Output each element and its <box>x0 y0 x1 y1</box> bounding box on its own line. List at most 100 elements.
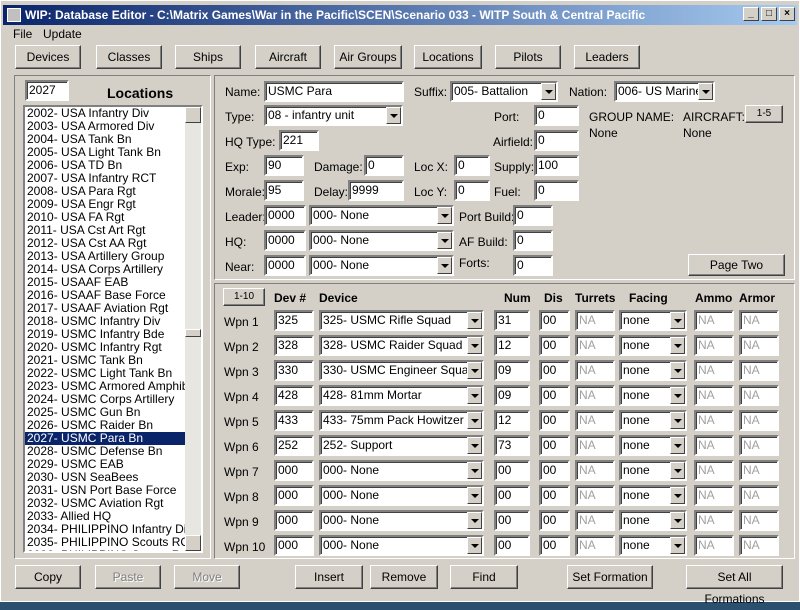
locations-list[interactable]: 2002- USA Infantry Div 2003- USA Armored … <box>23 105 203 553</box>
chevron-down-icon[interactable] <box>467 362 482 379</box>
ammo-field[interactable]: NA <box>694 335 734 356</box>
chevron-down-icon[interactable] <box>467 387 482 404</box>
num-field[interactable]: 73 <box>494 435 530 456</box>
dis-field[interactable]: 00 <box>539 510 570 531</box>
device-select[interactable]: 000- None <box>319 510 484 531</box>
device-number-field[interactable]: 252 <box>274 435 314 456</box>
menu-update[interactable]: Update <box>43 27 82 41</box>
facing-select[interactable]: none <box>619 360 687 381</box>
device-number-field[interactable]: 328 <box>274 335 314 356</box>
chevron-down-icon[interactable] <box>670 412 685 429</box>
locy-field[interactable]: 0 <box>454 180 490 201</box>
num-field[interactable]: 12 <box>494 335 530 356</box>
move-button[interactable]: Move <box>174 565 240 589</box>
ammo-field[interactable]: NA <box>694 535 734 556</box>
chevron-down-icon[interactable] <box>467 412 482 429</box>
delay-field[interactable]: 9999 <box>348 180 404 201</box>
device-select[interactable]: 000- None <box>319 485 484 506</box>
turrets-field[interactable]: NA <box>575 310 615 331</box>
turrets-field[interactable]: NA <box>575 460 615 481</box>
ammo-field[interactable]: NA <box>694 460 734 481</box>
set-formation-button[interactable]: Set Formation <box>567 565 653 589</box>
forts-field[interactable]: 0 <box>513 255 553 276</box>
facing-select[interactable]: none <box>619 310 687 331</box>
num-field[interactable]: 00 <box>494 460 530 481</box>
chevron-down-icon[interactable] <box>670 537 685 554</box>
turrets-field[interactable]: NA <box>575 435 615 456</box>
hqtype-field[interactable]: 221 <box>279 130 319 151</box>
chevron-down-icon[interactable] <box>670 437 685 454</box>
device-select[interactable]: 330- USMC Engineer Squad <box>319 360 484 381</box>
chevron-down-icon[interactable] <box>670 312 685 329</box>
facing-select[interactable]: none <box>619 385 687 406</box>
turrets-field[interactable]: NA <box>575 360 615 381</box>
facing-select[interactable]: none <box>619 485 687 506</box>
fuel-field[interactable]: 0 <box>534 180 579 201</box>
chevron-down-icon[interactable] <box>437 207 452 224</box>
nav-aircraft-button[interactable]: Aircraft <box>255 45 321 69</box>
chevron-down-icon[interactable] <box>670 387 685 404</box>
chevron-down-icon[interactable] <box>467 437 482 454</box>
type-select[interactable]: 08 - infantry unit <box>264 105 403 126</box>
insert-button[interactable]: Insert <box>295 565 363 589</box>
location-list-item[interactable]: 2036- PHILIPPINO Scouts Rgt <box>25 549 201 552</box>
num-field[interactable]: 00 <box>494 485 530 506</box>
facing-select[interactable]: none <box>619 510 687 531</box>
device-number-field[interactable]: 000 <box>274 535 314 556</box>
ammo-field[interactable]: NA <box>694 435 734 456</box>
dis-field[interactable]: 00 <box>539 435 570 456</box>
chevron-down-icon[interactable] <box>670 362 685 379</box>
nav-airgroups-button[interactable]: Air Groups <box>334 45 402 69</box>
leader-select[interactable]: 000- None <box>309 205 454 226</box>
chevron-down-icon[interactable] <box>467 462 482 479</box>
scroll-up-icon[interactable] <box>185 107 201 123</box>
chevron-down-icon[interactable] <box>698 83 713 100</box>
nav-ships-button[interactable]: Ships <box>175 45 241 69</box>
device-number-field[interactable]: 000 <box>274 460 314 481</box>
hq-select[interactable]: 000- None <box>309 230 454 251</box>
turrets-field[interactable]: NA <box>575 535 615 556</box>
suffix-select[interactable]: 005- Battalion <box>450 81 558 102</box>
port-field[interactable]: 0 <box>534 105 579 126</box>
find-button[interactable]: Find <box>450 565 518 589</box>
location-search-input[interactable]: 2027 <box>25 80 69 101</box>
chevron-down-icon[interactable] <box>437 257 452 274</box>
minimize-button[interactable]: _ <box>743 7 759 21</box>
close-button[interactable]: × <box>779 7 795 21</box>
dis-field[interactable]: 00 <box>539 410 570 431</box>
device-select[interactable]: 428- 81mm Mortar <box>319 385 484 406</box>
ammo-field[interactable]: NA <box>694 385 734 406</box>
device-select[interactable]: 252- Support <box>319 435 484 456</box>
armor-field[interactable]: NA <box>739 335 779 356</box>
num-field[interactable]: 12 <box>494 410 530 431</box>
nav-devices-button[interactable]: Devices <box>15 45 81 69</box>
facing-select[interactable]: none <box>619 460 687 481</box>
list-scrollbar[interactable] <box>185 107 201 551</box>
scroll-thumb[interactable] <box>185 329 201 337</box>
chevron-down-icon[interactable] <box>437 232 452 249</box>
device-select[interactable]: 433- 75mm Pack Howitzer <box>319 410 484 431</box>
morale-field[interactable]: 95 <box>264 180 304 201</box>
device-select[interactable]: 000- None <box>319 535 484 556</box>
dis-field[interactable]: 00 <box>539 385 570 406</box>
ammo-field[interactable]: NA <box>694 410 734 431</box>
num-field[interactable]: 09 <box>494 385 530 406</box>
device-select[interactable]: 000- None <box>319 460 484 481</box>
set-all-formations-button[interactable]: Set All Formations <box>686 565 783 606</box>
maximize-button[interactable]: □ <box>761 7 777 21</box>
menu-file[interactable]: File <box>13 27 32 41</box>
chevron-down-icon[interactable] <box>467 312 482 329</box>
dis-field[interactable]: 00 <box>539 485 570 506</box>
afbuild-field[interactable]: 0 <box>513 230 553 251</box>
device-number-field[interactable]: 000 <box>274 510 314 531</box>
armor-field[interactable]: NA <box>739 310 779 331</box>
device-number-field[interactable]: 428 <box>274 385 314 406</box>
chevron-down-icon[interactable] <box>670 512 685 529</box>
copy-button[interactable]: Copy <box>15 565 81 589</box>
chevron-down-icon[interactable] <box>467 537 482 554</box>
chevron-down-icon[interactable] <box>670 337 685 354</box>
near-select[interactable]: 000- None <box>309 255 454 276</box>
chevron-down-icon[interactable] <box>541 83 556 100</box>
turrets-field[interactable]: NA <box>575 385 615 406</box>
armor-field[interactable]: NA <box>739 485 779 506</box>
